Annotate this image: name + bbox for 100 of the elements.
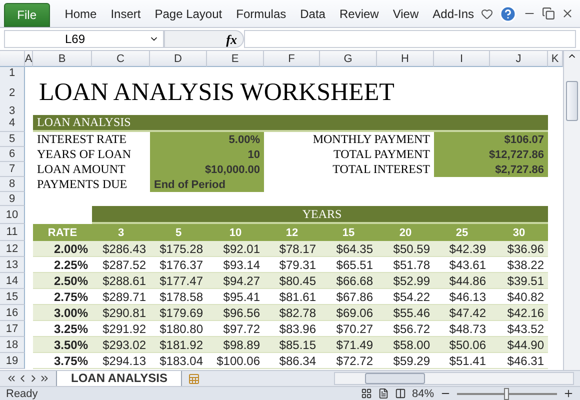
table-header-cell: RATE — [33, 224, 92, 241]
payment-cell: $180.80 — [150, 321, 207, 337]
column-header[interactable]: E — [207, 51, 264, 67]
row-header[interactable]: 16 — [0, 305, 25, 321]
payment-cell: $97.72 — [207, 321, 264, 337]
help-icon[interactable] — [499, 4, 517, 22]
column-header[interactable]: G — [320, 51, 377, 67]
payment-cell: $289.71 — [92, 289, 150, 305]
ribbon-tab[interactable]: Home — [58, 2, 104, 24]
scroll-thumb[interactable] — [365, 373, 425, 384]
zoom-in-icon[interactable] — [563, 388, 574, 399]
row-header[interactable]: 10 — [0, 206, 25, 224]
restore-icon[interactable] — [542, 7, 555, 20]
payment-cell: $83.96 — [264, 321, 320, 337]
section-header: LOAN ANALYSIS — [33, 115, 548, 132]
normal-view-icon[interactable] — [360, 388, 372, 399]
column-header[interactable]: K — [548, 51, 563, 67]
column-header[interactable]: J — [490, 51, 548, 67]
status-text: Ready — [6, 388, 38, 400]
payment-cell: $54.22 — [377, 289, 434, 305]
input-value-cell[interactable]: End of Period — [150, 177, 264, 192]
payment-cell: $56.72 — [377, 321, 434, 337]
payment-cell: $96.56 — [207, 305, 264, 321]
years-header: YEARS — [92, 206, 548, 224]
slider-thumb[interactable] — [504, 388, 509, 400]
row-header[interactable]: 9 — [0, 192, 25, 206]
payment-cell: $81.61 — [264, 289, 320, 305]
payment-cell: $98.89 — [207, 337, 264, 353]
rate-cell: 3.00% — [33, 305, 92, 321]
input-value-cell[interactable]: $10,000.00 — [150, 162, 264, 177]
input-label: INTEREST RATE — [36, 132, 128, 147]
formula-field[interactable] — [244, 30, 576, 48]
payment-cell: $43.61 — [434, 257, 490, 273]
close-icon[interactable] — [561, 7, 574, 20]
sheet-tab[interactable]: LOAN ANALYSIS — [56, 370, 182, 386]
payment-cell: $70.27 — [320, 321, 377, 337]
scroll-thumb[interactable] — [566, 81, 578, 121]
result-label: MONTHLY PAYMENT — [312, 132, 431, 147]
column-header[interactable]: B — [33, 51, 92, 67]
result-value-cell[interactable]: $106.07 — [434, 132, 548, 147]
row-header[interactable]: 6 — [0, 147, 25, 162]
row-header[interactable]: 11 — [0, 224, 25, 241]
heart-icon[interactable] — [481, 8, 493, 20]
payment-cell: $39.51 — [490, 273, 548, 289]
row-header[interactable]: 7 — [0, 162, 25, 177]
payment-cell: $82.78 — [264, 305, 320, 321]
row-header[interactable]: 15 — [0, 289, 25, 305]
input-value-cell[interactable]: 10 — [150, 147, 264, 162]
payment-cell: $59.29 — [377, 353, 434, 369]
payment-cell: $66.68 — [320, 273, 377, 289]
ribbon-tab[interactable]: Add-Ins — [426, 2, 481, 24]
row-header[interactable]: 17 — [0, 321, 25, 337]
row-header[interactable]: 18 — [0, 337, 25, 353]
row-header[interactable]: 1 — [0, 67, 25, 80]
result-label: TOTAL INTEREST — [332, 162, 431, 177]
insert-function-button[interactable]: fx — [164, 30, 244, 48]
ribbon-tab[interactable]: View — [386, 2, 426, 24]
ribbon-tab[interactable]: Formulas — [229, 2, 294, 24]
column-header[interactable]: I — [434, 51, 490, 67]
payment-cell: $51.78 — [377, 257, 434, 273]
row-header[interactable]: 5 — [0, 132, 25, 147]
payment-cell: $42.16 — [490, 305, 548, 321]
file-tab[interactable]: File — [4, 2, 50, 26]
result-value-cell[interactable]: $12,727.86 — [434, 147, 548, 162]
ribbon-tab[interactable]: Page Layout — [148, 2, 230, 24]
ribbon-tab[interactable]: Insert — [104, 2, 148, 24]
column-header[interactable]: H — [377, 51, 434, 67]
ribbon-tab[interactable]: Review — [332, 2, 386, 24]
ribbon-tab[interactable]: Data — [293, 2, 332, 24]
column-header[interactable]: C — [92, 51, 150, 67]
row-header[interactable]: 19 — [0, 353, 25, 369]
first-sheet-icon[interactable] — [6, 373, 17, 384]
payment-cell: $50.06 — [434, 337, 490, 353]
column-header[interactable]: A — [25, 51, 33, 67]
payment-cell: $58.00 — [377, 337, 434, 353]
payment-cell: $79.31 — [264, 257, 320, 273]
column-header[interactable]: D — [150, 51, 207, 67]
input-value-cell[interactable]: 5.00% — [150, 132, 264, 147]
table-header-cell: 10 — [207, 224, 264, 241]
horizontal-scrollbar[interactable] — [334, 372, 574, 385]
vertical-scrollbar[interactable] — [563, 51, 580, 370]
row-header[interactable]: 12 — [0, 241, 25, 257]
last-sheet-icon[interactable] — [39, 373, 50, 384]
name-box[interactable]: L69 — [4, 30, 164, 48]
column-header[interactable]: F — [264, 51, 320, 67]
row-header[interactable]: 14 — [0, 273, 25, 289]
payment-cell: $291.92 — [92, 321, 150, 337]
payment-cell: $78.17 — [264, 241, 320, 257]
payment-cell: $71.49 — [320, 337, 377, 353]
row-header[interactable]: 4 — [0, 115, 25, 132]
page-break-icon[interactable] — [394, 388, 406, 399]
result-value-cell[interactable]: $2,727.86 — [434, 162, 548, 177]
row-header[interactable]: 2 — [0, 79, 25, 107]
page-layout-icon[interactable] — [378, 388, 389, 399]
row-header[interactable]: 8 — [0, 177, 25, 192]
payment-cell: $46.31 — [490, 353, 548, 369]
row-header[interactable]: 13 — [0, 257, 25, 273]
table-header-cell: 15 — [320, 224, 377, 241]
rate-cell: 2.50% — [33, 273, 92, 289]
payment-cell: $287.52 — [92, 257, 150, 273]
